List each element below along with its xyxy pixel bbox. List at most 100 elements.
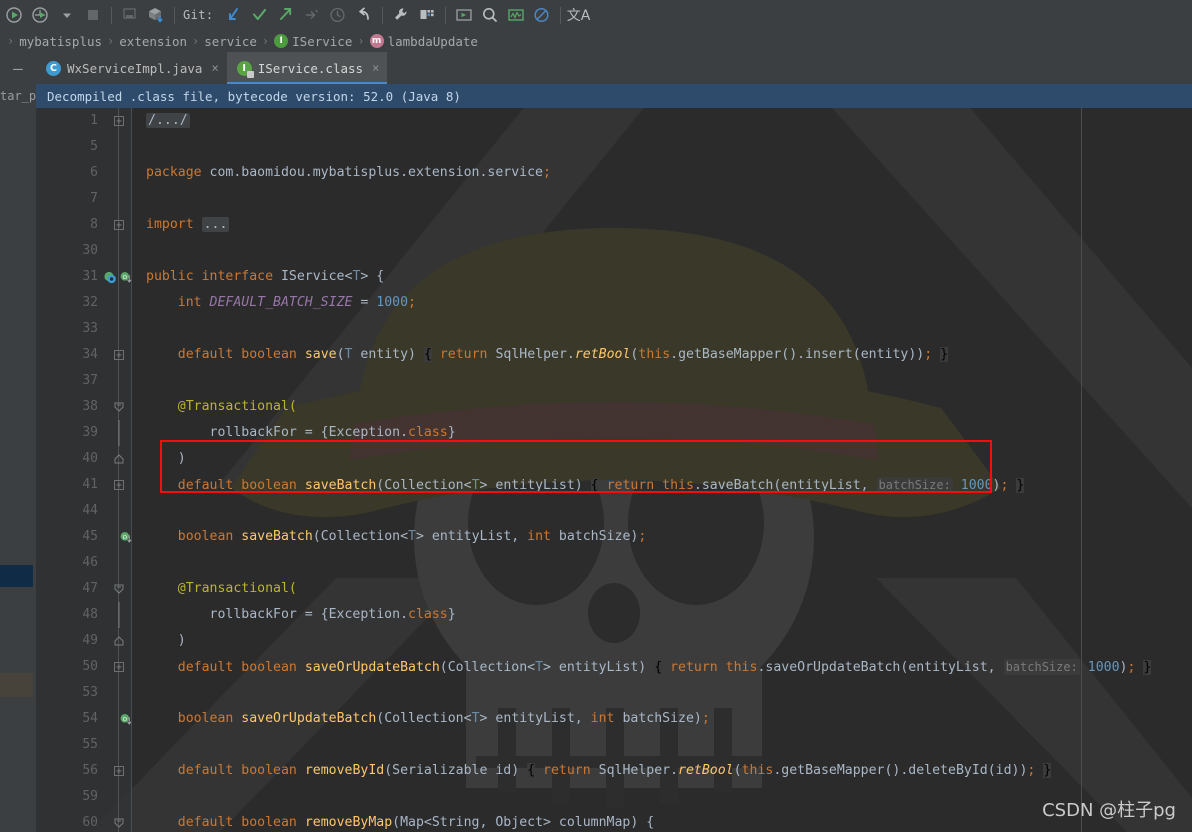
stop-icon[interactable] — [80, 3, 106, 27]
fold-collapse-icon[interactable] — [114, 818, 124, 828]
code-line[interactable]: 8 + import ... — [36, 212, 1192, 238]
code-token: ; — [543, 165, 551, 180]
build-project-icon[interactable] — [117, 3, 143, 27]
fold-region-line[interactable] — [114, 420, 124, 446]
fold-region-end-icon[interactable] — [114, 454, 124, 464]
implemented-by-icon[interactable] — [104, 271, 117, 284]
settings-wrench-icon[interactable] — [388, 3, 414, 27]
code-token: saveBatch — [241, 529, 313, 544]
code-line[interactable]: 55 — [36, 732, 1192, 758]
code-token: this — [741, 763, 774, 778]
git-update-icon[interactable] — [221, 3, 247, 27]
code-line[interactable]: 1 + /.../ — [36, 108, 1192, 134]
code-line[interactable]: 47 @Transactional( — [36, 576, 1192, 602]
code-editor[interactable]: 1 +/.../ 5 6 package com.baomidou.mybatisplu… — [36, 108, 1192, 832]
breadcrumb-separator: › — [7, 34, 15, 48]
debug-icon[interactable] — [28, 3, 54, 27]
translate-icon[interactable]: 文A — [566, 3, 592, 27]
close-icon[interactable]: × — [211, 61, 218, 75]
fold-expand-icon[interactable]: + — [114, 766, 124, 777]
code-lines[interactable]: 1 +/.../ 5 6 package com.baomidou.mybatisplu… — [36, 108, 1192, 832]
code-text: ) — [146, 446, 186, 472]
code-text: default boolean removeById(Serializable … — [146, 758, 1052, 784]
git-commit-icon[interactable] — [247, 3, 273, 27]
code-line[interactable]: 40 ) — [36, 446, 1192, 472]
editor-tab-iservice-class[interactable]: I IService.class × — [226, 52, 388, 84]
no-entry-icon[interactable] — [529, 3, 555, 27]
decompiled-notification-bar: Decompiled .class file, bytecode version… — [36, 84, 1192, 108]
toolbar-separator — [444, 6, 446, 24]
fold-region-line[interactable] — [114, 602, 124, 628]
code-line[interactable]: 59 — [36, 784, 1192, 810]
fold-expand-icon[interactable]: + — [114, 480, 124, 491]
editor-tab-wxserviceimpl-java[interactable]: C WxServiceImpl.java × — [36, 52, 227, 84]
sync-gradle-icon[interactable] — [143, 3, 169, 27]
code-line[interactable]: 34 + default boolean save(T entity) { ret… — [36, 342, 1192, 368]
breadcrumb-item-mybatisplus[interactable]: mybatisplus — [17, 34, 104, 49]
code-line[interactable]: 48 rollbackFor = {Exception.class} — [36, 602, 1192, 628]
project-structure-icon[interactable] — [414, 3, 440, 27]
editor-tab-bar: — C WxServiceImpl.java × I IService.class × — [0, 52, 1192, 84]
code-line[interactable]: 41 + default boolean saveBatch(Collection… — [36, 472, 1192, 498]
fold-expand-icon[interactable]: + — [114, 220, 124, 231]
fold-collapse-icon[interactable] — [114, 402, 124, 412]
breadcrumb-item-extension[interactable]: extension — [117, 34, 189, 49]
line-number: 5 — [90, 139, 98, 154]
code-token: default boolean — [177, 478, 305, 493]
fold-expand-icon[interactable]: + — [114, 350, 124, 361]
profiler-icon[interactable] — [503, 3, 529, 27]
left-tool-window-stub[interactable]: tar_p — [0, 84, 36, 832]
code-line[interactable]: 39 rollbackFor = {Exception.class} — [36, 420, 1192, 446]
code-line[interactable]: 31 Opublic interface IService<T> { — [36, 264, 1192, 290]
breadcrumb-item-label: lambdaUpdate — [387, 33, 478, 49]
code-line[interactable]: 53 — [36, 680, 1192, 706]
code-line[interactable]: 32 int DEFAULT_BATCH_SIZE = 1000; — [36, 290, 1192, 316]
code-line[interactable]: 46 — [36, 550, 1192, 576]
overridden-method-icon[interactable]: O — [120, 713, 133, 726]
search-everywhere-icon[interactable] — [477, 3, 503, 27]
code-line[interactable]: 45 O boolean saveBatch(Collection<T> enti… — [36, 524, 1192, 550]
code-line[interactable]: 5 — [36, 134, 1192, 160]
breadcrumb-item-service[interactable]: service — [202, 34, 259, 49]
git-history-icon[interactable] — [325, 3, 351, 27]
overridden-method-icon[interactable]: O — [120, 531, 133, 544]
code-token: ; — [701, 711, 710, 726]
code-line[interactable]: 7 — [36, 186, 1192, 212]
svg-text:O: O — [123, 534, 128, 540]
fold-region-end-icon[interactable] — [114, 636, 124, 646]
interface-badge-icon: I — [274, 34, 289, 48]
code-line[interactable]: 38 @Transactional( — [36, 394, 1192, 420]
fold-expand-icon[interactable]: + — [114, 116, 124, 127]
code-line[interactable]: 30 — [36, 238, 1192, 264]
fold-collapse-icon[interactable] — [114, 584, 124, 594]
code-line[interactable]: 54 O boolean saveOrUpdateBatch(Collection… — [36, 706, 1192, 732]
editor-tab-label: WxServiceImpl.java — [67, 60, 203, 76]
close-icon[interactable]: × — [372, 61, 379, 75]
line-number: 55 — [82, 737, 98, 752]
fold-expand-icon[interactable]: + — [114, 662, 124, 673]
code-line[interactable]: 44 — [36, 498, 1192, 524]
breadcrumb-item-iservice[interactable]: I IService — [272, 34, 354, 49]
code-token: this — [638, 347, 671, 362]
run-config-dropdown-icon[interactable] — [54, 3, 80, 27]
overridden-method-icon[interactable]: O — [120, 271, 133, 284]
git-branch-icon[interactable] — [299, 3, 325, 27]
code-line[interactable]: 60 default boolean removeByMap(Map<Strin… — [36, 810, 1192, 832]
code-line[interactable]: 49 ) — [36, 628, 1192, 654]
git-rollback-icon[interactable] — [351, 3, 377, 27]
code-line[interactable]: 33 — [36, 316, 1192, 342]
code-line[interactable]: 50 + default boolean saveOrUpdateBatch(Co… — [36, 654, 1192, 680]
git-push-icon[interactable] — [273, 3, 299, 27]
code-line[interactable]: 37 — [36, 368, 1192, 394]
code-line[interactable]: 56 + default boolean removeById(Serializa… — [36, 758, 1192, 784]
collapse-panel-button[interactable]: — — [0, 52, 36, 84]
run-panel-icon[interactable] — [451, 3, 477, 27]
code-token: > { — [360, 269, 385, 284]
code-line[interactable]: 6 package com.baomidou.mybatisplus.extens… — [36, 160, 1192, 186]
run-icon[interactable] — [2, 3, 28, 27]
code-token: (Collection< — [312, 529, 409, 544]
breadcrumb-item-lambdaupdate[interactable]: m lambdaUpdate — [368, 34, 480, 49]
line-number: 47 — [82, 581, 98, 596]
